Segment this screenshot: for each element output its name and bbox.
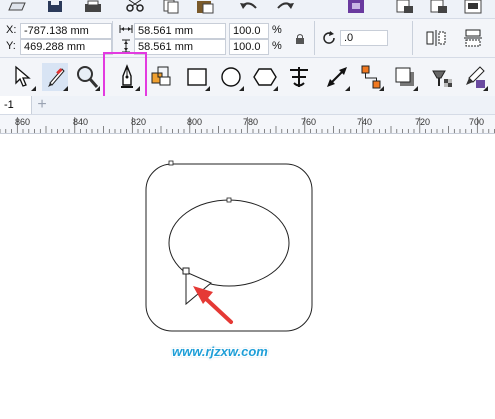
ruler-label: 700 — [469, 117, 485, 127]
coreldraw-window: X: -787.138 mm Y: 469.288 mm 58.561 mm 5… — [0, 0, 495, 419]
mirror-horizontal-icon[interactable] — [425, 28, 447, 48]
scale-y-field[interactable]: 100.0 — [229, 39, 269, 55]
color-eyedropper-icon[interactable] — [460, 61, 490, 93]
print-icon[interactable] — [82, 0, 104, 14]
page-tab-bar: -1 + — [0, 96, 495, 115]
drawing-canvas[interactable] — [0, 134, 495, 419]
publish-pdf-icon[interactable] — [462, 0, 484, 14]
toolbox — [0, 58, 495, 97]
node-handle[interactable] — [168, 160, 174, 166]
save-icon[interactable] — [44, 0, 66, 14]
open-icon[interactable] — [6, 0, 28, 14]
ruler-label: 740 — [357, 117, 373, 127]
search-content-icon[interactable] — [346, 0, 368, 14]
transparency-tool-icon[interactable] — [426, 61, 456, 93]
horizontal-ruler[interactable]: 860 840 820 800 780 760 740 720 700 — [0, 115, 495, 134]
width-field[interactable]: 58.561 mm — [134, 23, 226, 39]
paste-icon[interactable] — [194, 0, 216, 14]
dimension-tool-icon[interactable] — [322, 61, 352, 93]
connector-tool-icon[interactable] — [356, 61, 386, 93]
drop-shadow-tool-icon[interactable] — [390, 61, 420, 93]
ruler-label: 800 — [187, 117, 203, 127]
width-icon — [119, 23, 133, 39]
copy-icon[interactable] — [160, 0, 182, 14]
percent-x-label: % — [272, 24, 282, 36]
annotation-arrow — [193, 286, 233, 324]
scale-x-field[interactable]: 100.0 — [229, 23, 269, 39]
pick-tool-icon[interactable] — [8, 61, 38, 93]
x-label: X: — [6, 24, 17, 36]
standard-toolbar — [0, 0, 495, 19]
zoom-tool-icon[interactable] — [72, 61, 102, 93]
shape-tool-icon[interactable] — [40, 61, 70, 93]
y-position-field[interactable]: 469.288 mm — [20, 39, 112, 55]
redo-icon[interactable] — [274, 0, 296, 14]
node-handle[interactable] — [182, 267, 190, 275]
rotation-icon — [322, 31, 338, 45]
cut-icon[interactable] — [124, 0, 146, 14]
y-label: Y: — [6, 40, 16, 52]
add-page-button[interactable]: + — [34, 97, 50, 113]
percent-y-label: % — [272, 40, 282, 52]
node-handle[interactable] — [226, 197, 232, 203]
ruler-label: 780 — [243, 117, 259, 127]
text-tool-icon[interactable] — [284, 61, 314, 93]
height-field[interactable]: 58.561 mm — [134, 39, 226, 55]
watermark-text: www.rjzxw.com — [172, 344, 268, 359]
rotation-field[interactable]: .0 — [340, 30, 388, 46]
smart-fill-icon[interactable] — [146, 61, 176, 93]
ruler-label: 860 — [15, 117, 31, 127]
rectangle-tool-icon[interactable] — [182, 61, 212, 93]
undo-icon[interactable] — [238, 0, 260, 14]
ellipse-tool-icon[interactable] — [216, 61, 246, 93]
page-tab[interactable]: -1 — [0, 96, 32, 114]
x-position-field[interactable]: -787.138 mm — [20, 23, 112, 39]
ruler-label: 760 — [301, 117, 317, 127]
mirror-vertical-icon[interactable] — [462, 28, 484, 48]
ruler-label: 820 — [131, 117, 147, 127]
ruler-label: 720 — [415, 117, 431, 127]
lock-ratio-icon[interactable] — [294, 33, 306, 45]
separator — [112, 21, 113, 55]
separator — [314, 21, 315, 55]
ruler-label: 840 — [73, 117, 89, 127]
export-icon[interactable] — [428, 0, 450, 14]
import-icon[interactable] — [394, 0, 416, 14]
polygon-tool-icon[interactable] — [250, 61, 280, 93]
property-bar: X: -787.138 mm Y: 469.288 mm 58.561 mm 5… — [0, 19, 495, 58]
pen-tool-highlight — [103, 52, 147, 98]
rounded-square-shape[interactable] — [145, 163, 313, 332]
separator — [412, 21, 413, 55]
